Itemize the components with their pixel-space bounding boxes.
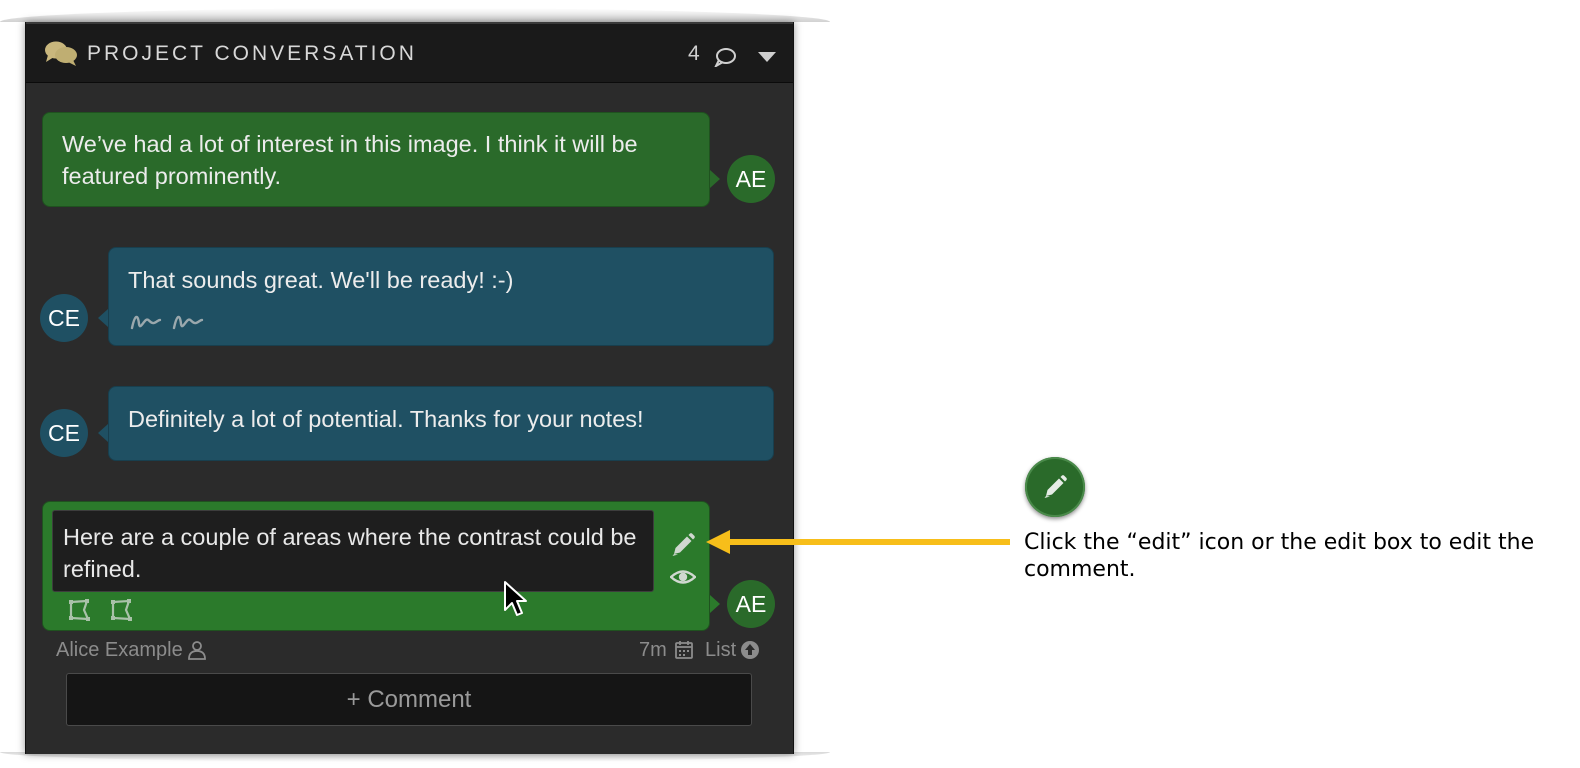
- avatar: AE: [727, 155, 775, 203]
- region-icon[interactable]: [109, 598, 133, 622]
- avatar: CE: [40, 409, 88, 457]
- panel-header: PROJECT CONVERSATION 4: [26, 22, 793, 83]
- comment-bubble[interactable]: That sounds great. We'll be ready! :-): [108, 247, 774, 346]
- list-link[interactable]: List: [705, 639, 736, 662]
- bubble-tail: [98, 309, 108, 327]
- comment-bubble[interactable]: Definitely a lot of potential. Thanks fo…: [108, 386, 774, 461]
- pencil-icon: [1044, 475, 1067, 498]
- panel-title: PROJECT CONVERSATION: [87, 42, 417, 65]
- speech-bubble-icon: [714, 48, 736, 67]
- avatar: CE: [40, 294, 88, 342]
- caret-down-icon[interactable]: [757, 51, 777, 63]
- annotation-icon[interactable]: [130, 312, 162, 332]
- comment-time: 7m: [639, 639, 667, 661]
- mouse-cursor-icon: [504, 581, 527, 616]
- pencil-icon[interactable]: [670, 532, 696, 558]
- callout-edit-icon-badge: [1025, 457, 1085, 517]
- comment-bubble[interactable]: We’ve had a lot of interest in this imag…: [42, 112, 710, 207]
- chat-bubbles-icon: [45, 41, 77, 66]
- panel-shadow-top: [0, 8, 830, 22]
- region-icon[interactable]: [67, 598, 91, 622]
- callout-arrow-line: [728, 539, 1010, 545]
- arrow-up-circle-icon[interactable]: [740, 640, 760, 660]
- callout-arrow-head: [706, 530, 730, 554]
- comment-count: 4: [688, 42, 700, 65]
- annotation-icon[interactable]: [172, 312, 204, 332]
- add-comment-button[interactable]: + Comment: [66, 673, 752, 726]
- comment-author-name: Alice Example: [56, 639, 183, 661]
- comment-text: Definitely a lot of potential. Thanks fo…: [128, 406, 644, 432]
- bubble-tail: [98, 424, 108, 442]
- comment-text: That sounds great. We'll be ready! :-): [128, 267, 514, 293]
- active-comment-bubble[interactable]: Here are a couple of areas where the con…: [42, 501, 710, 631]
- comment-text: We’ve had a lot of interest in this imag…: [62, 131, 638, 189]
- project-conversation-panel: PROJECT CONVERSATION 4 We’ve had a lot o…: [25, 22, 794, 754]
- avatar: AE: [727, 580, 775, 628]
- calendar-icon: [675, 641, 693, 659]
- person-icon: [188, 641, 206, 660]
- bubble-tail: [710, 595, 720, 613]
- callout-instruction: Click the “edit” icon or the edit box to…: [1024, 530, 1535, 582]
- eye-icon[interactable]: [670, 564, 696, 590]
- bubble-tail: [710, 170, 720, 188]
- comment-edit-box[interactable]: Here are a couple of areas where the con…: [52, 510, 654, 592]
